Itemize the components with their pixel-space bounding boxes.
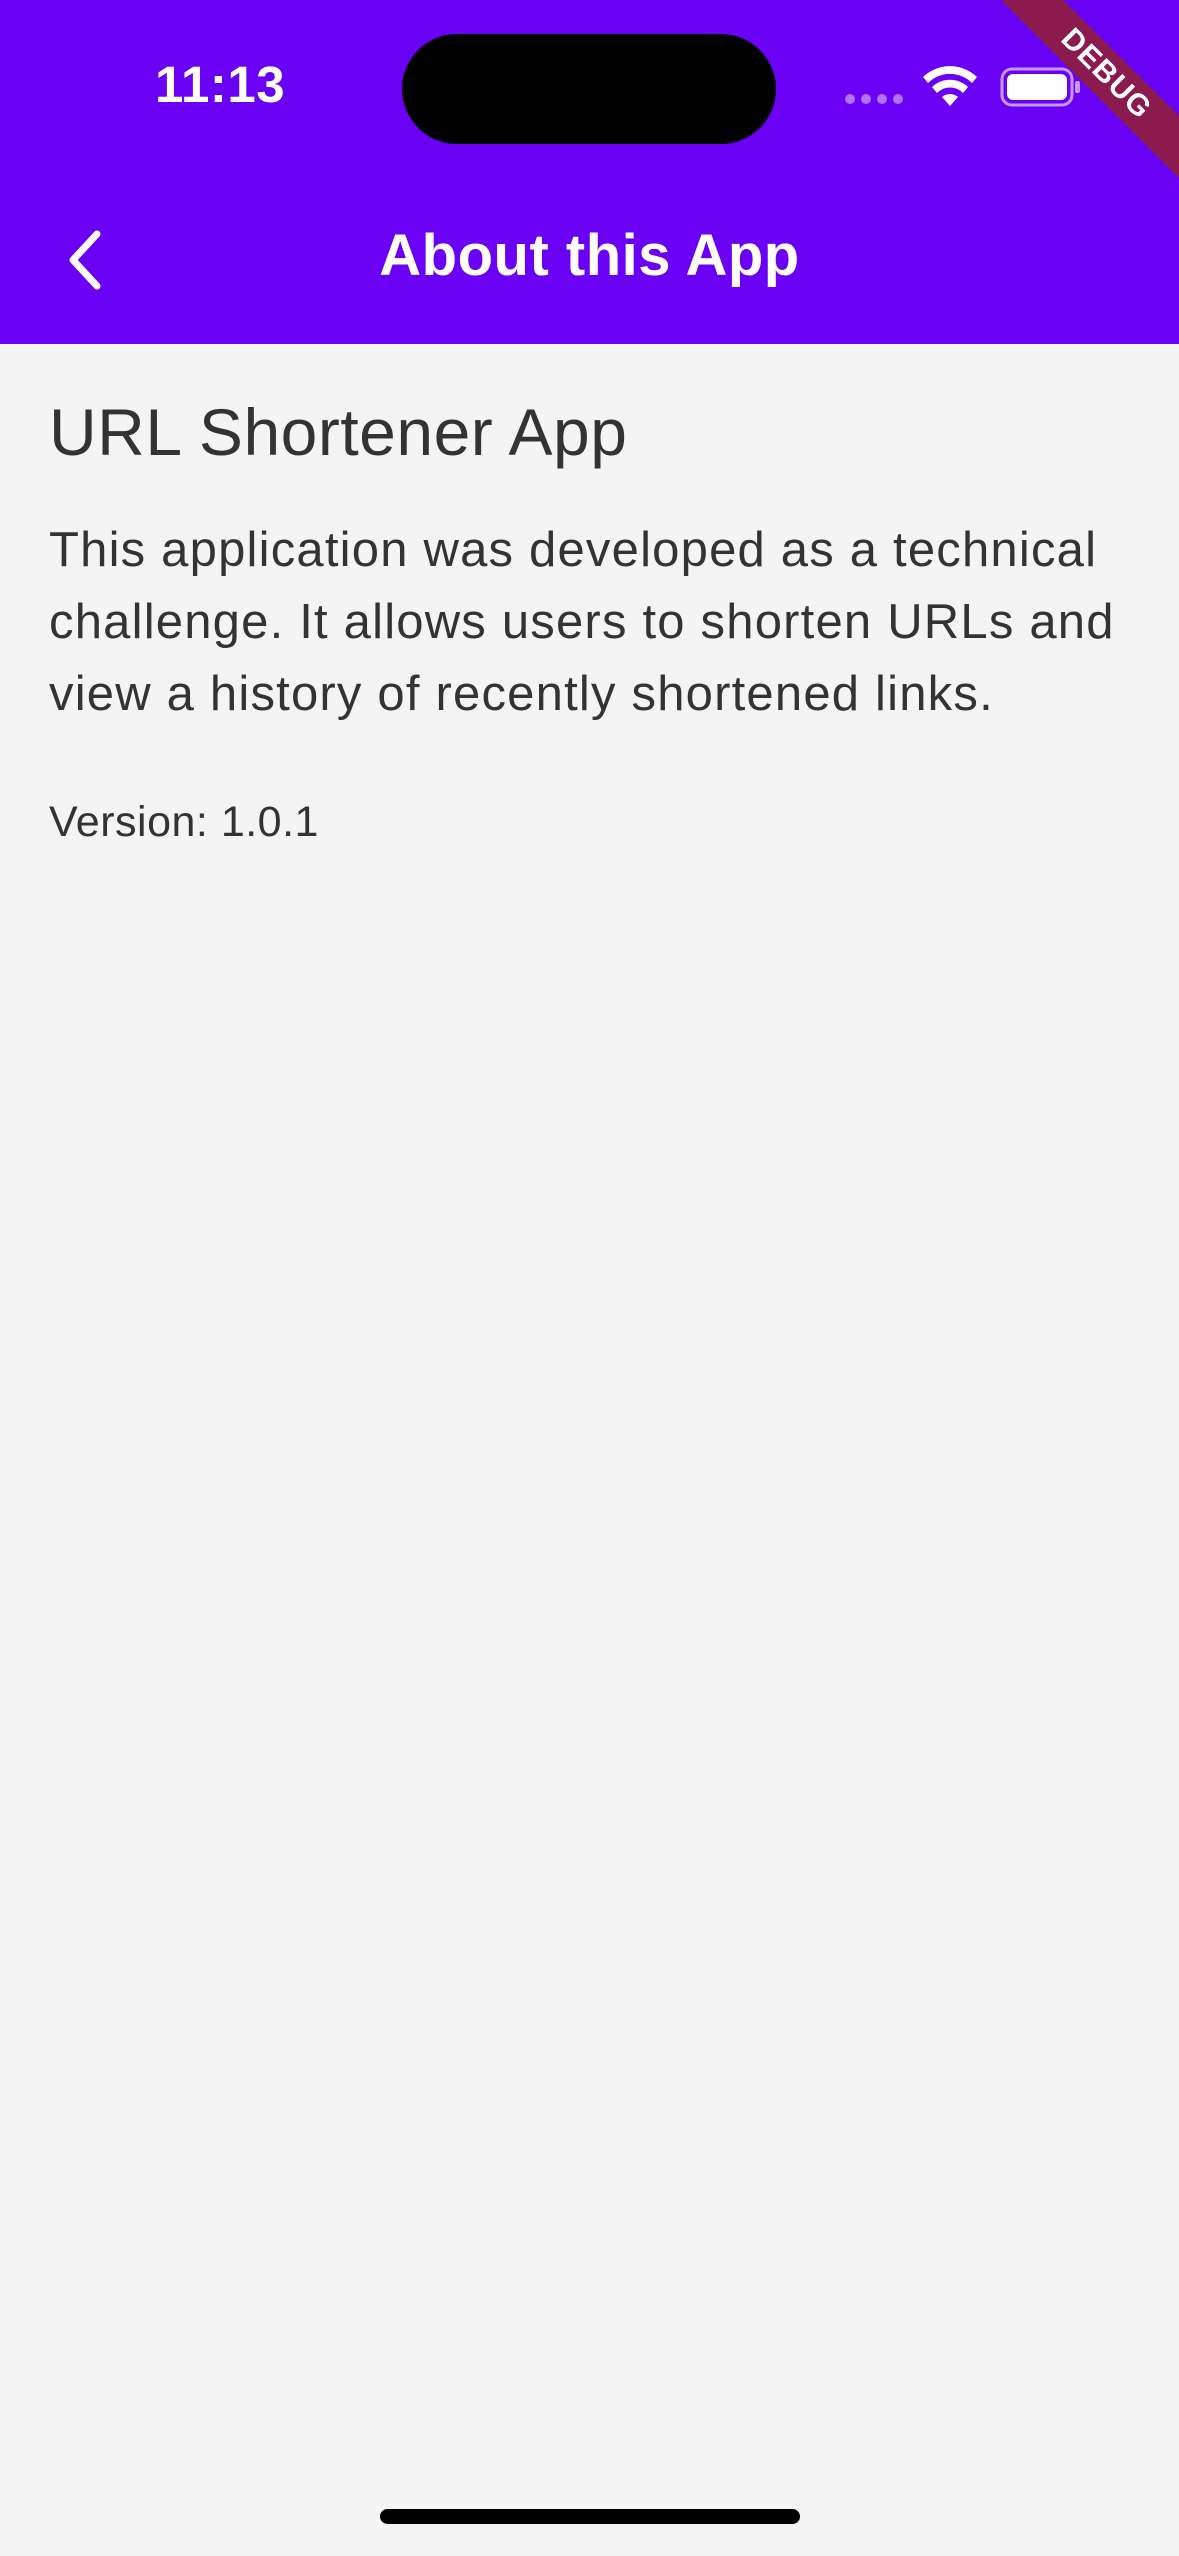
battery-icon [1000,67,1080,107]
app-version: Version: 1.0.1 [49,798,319,846]
dynamic-island [402,34,776,144]
app-description: This application was developed as a tech… [49,523,1115,721]
app-name-heading: URL Shortener App [49,395,628,469]
wifi-icon [923,66,977,106]
about-content: URL Shortener App This application was d… [49,344,1139,847]
cellular-signal-icon [845,94,903,104]
page-title: About this App [379,223,800,288]
home-indicator [380,2509,800,2524]
status-time: 11:13 [155,56,286,113]
app-header: 11:13 DEBUG About this App [0,0,1179,344]
about-screen: 11:13 DEBUG About this App URL Shortener… [0,0,1179,2556]
